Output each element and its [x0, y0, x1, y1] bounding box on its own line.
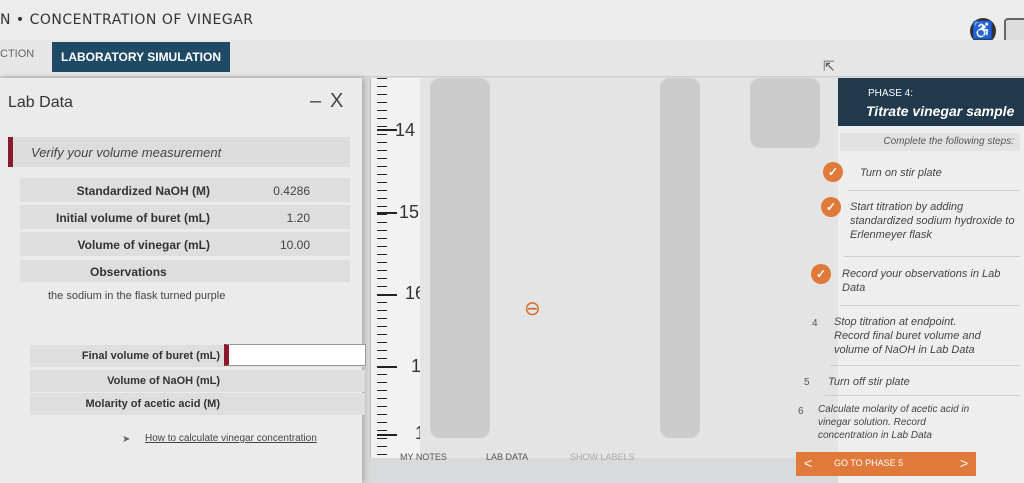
divider: [824, 395, 1020, 396]
table-row: Initial volume of buret (mL) 1.20: [20, 205, 350, 229]
step-1: Turn on stir plate: [860, 167, 942, 179]
burette-major-tick: [377, 366, 397, 368]
burette-major-tick: [377, 212, 397, 214]
table-row: Volume of vinegar (mL) 10.00: [20, 232, 350, 256]
row-label: Molarity of acetic acid (M): [85, 398, 220, 410]
burette-major-tick: [377, 129, 397, 131]
divider: [848, 190, 1020, 191]
page-title: N • CONCENTRATION OF VINEGAR: [0, 12, 254, 28]
tab-laboratory-simulation[interactable]: LABORATORY SIMULATION: [52, 42, 230, 72]
bottom-toolbar: MY NOTES LAB DATA SHOW LABELS: [380, 448, 840, 468]
burette-major-tick: [377, 294, 397, 296]
row-label: Initial volume of buret (mL): [55, 211, 210, 225]
my-notes-button[interactable]: MY NOTES: [400, 452, 447, 462]
row-label: Volume of vinegar (mL): [77, 238, 210, 252]
burette-mark: 14: [395, 120, 416, 140]
background-shape: [750, 78, 820, 148]
step-3: Record your observations in Lab Data: [842, 268, 1001, 294]
background-shape: [660, 78, 700, 438]
burette-mark: 15: [399, 202, 420, 222]
table-row: Standardized NaOH (M) 0.4286: [20, 178, 350, 202]
step-2: Start titration by adding standardized s…: [850, 201, 1015, 241]
phase-instructions: Complete the following steps:: [840, 133, 1020, 151]
verify-label: Verify your volume measurement: [31, 145, 222, 160]
minimize-button[interactable]: –: [310, 90, 321, 113]
divider: [830, 365, 1020, 366]
burette-major-tick: [377, 434, 397, 436]
row-value: 0.4286: [273, 184, 310, 198]
divider: [840, 305, 1020, 306]
verify-banner: Verify your volume measurement: [8, 137, 350, 167]
chevron-right-icon[interactable]: >: [960, 455, 968, 471]
check-icon: ✓: [821, 197, 841, 217]
tab-bar: CTION LABORATORY SIMULATION: [0, 40, 1024, 77]
table-row: Molarity of acetic acid (M): [30, 393, 365, 415]
row-label: Final volume of buret (mL): [81, 350, 220, 362]
step-number: 5: [804, 377, 810, 388]
go-to-phase-label: GO TO PHASE 5: [834, 458, 904, 468]
observations-header: Observations: [20, 260, 350, 282]
check-icon: ✓: [823, 162, 843, 182]
lab-data-button[interactable]: LAB DATA: [486, 452, 528, 462]
step-6: Calculate molarity of acetic acid in vin…: [818, 404, 970, 441]
step-number: 6: [798, 406, 804, 417]
step-number: 4: [812, 318, 818, 329]
chevron-left-icon[interactable]: <: [804, 455, 812, 471]
check-icon: ✓: [811, 264, 831, 284]
close-button[interactable]: X: [330, 90, 343, 113]
burette-ticks: [377, 78, 387, 458]
lab-data-panel: Lab Data – X Verify your volume measurem…: [0, 78, 366, 483]
tab-introduction[interactable]: CTION: [0, 48, 34, 60]
show-labels-button[interactable]: SHOW LABELS: [570, 452, 635, 462]
final-volume-input[interactable]: [224, 344, 366, 366]
zoom-out-icon[interactable]: ⊖: [524, 296, 541, 321]
lab-data-title: Lab Data: [8, 94, 73, 111]
burette[interactable]: 14 15 16 17 18: [370, 78, 435, 458]
observations-label: Observations: [90, 265, 167, 279]
simulation-stage[interactable]: [420, 78, 838, 458]
step-4: Stop titration at endpoint. Record final…: [834, 316, 981, 356]
background-shape: [430, 78, 490, 438]
cursor-icon: ⇱: [823, 58, 835, 74]
row-value: 1.20: [286, 211, 310, 225]
howto-link[interactable]: How to calculate vinegar concentration: [145, 433, 317, 444]
step-5: Turn off stir plate: [828, 376, 910, 388]
table-row: Volume of NaOH (mL): [30, 370, 365, 392]
row-value: 10.00: [279, 238, 310, 252]
phase-title: Titrate vinegar sample: [866, 103, 1015, 119]
row-label: Standardized NaOH (M): [76, 184, 210, 198]
divider: [844, 256, 1020, 257]
go-to-phase-button[interactable]: < GO TO PHASE 5 >: [796, 452, 976, 476]
observation-text[interactable]: the sodium in the flask turned purple: [48, 290, 225, 302]
row-label: Volume of NaOH (mL): [107, 375, 220, 387]
top-bar: N • CONCENTRATION OF VINEGAR ♿: [0, 0, 1024, 44]
link-icon: ➤: [122, 434, 131, 445]
phase-label: PHASE 4:: [868, 88, 914, 99]
